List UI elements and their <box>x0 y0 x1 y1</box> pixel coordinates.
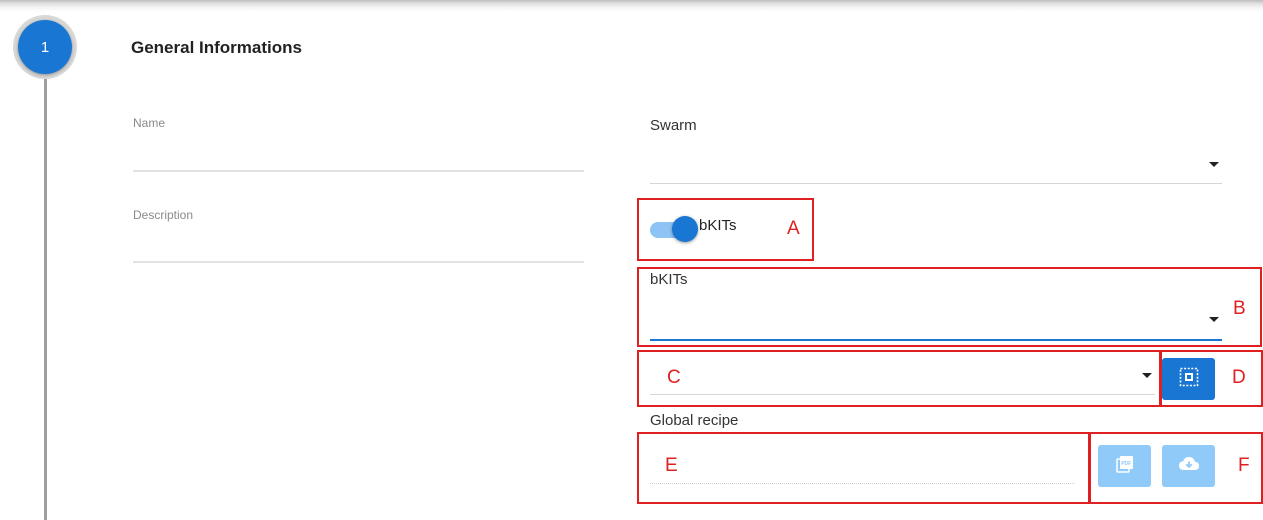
bkits-select[interactable] <box>650 292 1222 340</box>
svg-text:PDF: PDF <box>1121 461 1131 467</box>
description-input[interactable] <box>133 226 584 262</box>
bkits-select-label: bKITs <box>650 271 688 288</box>
swarm-select[interactable] <box>650 140 1222 184</box>
stepper-line <box>44 70 47 520</box>
bkits-select-underline <box>650 339 1222 341</box>
name-underline <box>133 170 584 172</box>
name-label: Name <box>133 116 166 130</box>
global-recipe-underline <box>650 483 1075 484</box>
scan-icon <box>1179 367 1199 392</box>
step-number: 1 <box>18 20 72 74</box>
bkits-toggle-label: bKITs <box>699 217 737 234</box>
cloud-download-icon <box>1178 455 1200 478</box>
scan-select-underline <box>650 394 1155 395</box>
stepper-step-1[interactable]: 1 <box>13 15 77 79</box>
toggle-knob <box>672 216 698 242</box>
annotation-letter-f: F <box>1238 455 1250 476</box>
pdf-button[interactable]: PDF <box>1098 445 1151 487</box>
scan-button[interactable] <box>1162 358 1215 400</box>
swarm-dropdown-icon[interactable] <box>1209 162 1219 167</box>
swarm-underline <box>650 183 1222 184</box>
swarm-label: Swarm <box>650 117 697 134</box>
pdf-icon: PDF <box>1115 454 1135 479</box>
annotation-letter-b: B <box>1233 298 1246 319</box>
description-underline <box>133 261 584 263</box>
annotation-letter-a: A <box>787 218 800 239</box>
name-input[interactable] <box>133 135 584 171</box>
description-label: Description <box>133 208 194 222</box>
global-recipe-label: Global recipe <box>650 412 739 429</box>
download-button[interactable] <box>1162 445 1215 487</box>
scan-select[interactable] <box>650 358 1155 394</box>
top-shadow <box>0 0 1263 12</box>
section-title: General Informations <box>131 38 302 57</box>
bkits-dropdown-icon[interactable] <box>1209 317 1219 322</box>
scan-select-dropdown-icon[interactable] <box>1142 373 1152 378</box>
annotation-letter-d: D <box>1232 367 1246 388</box>
global-recipe-input[interactable] <box>650 448 1075 484</box>
